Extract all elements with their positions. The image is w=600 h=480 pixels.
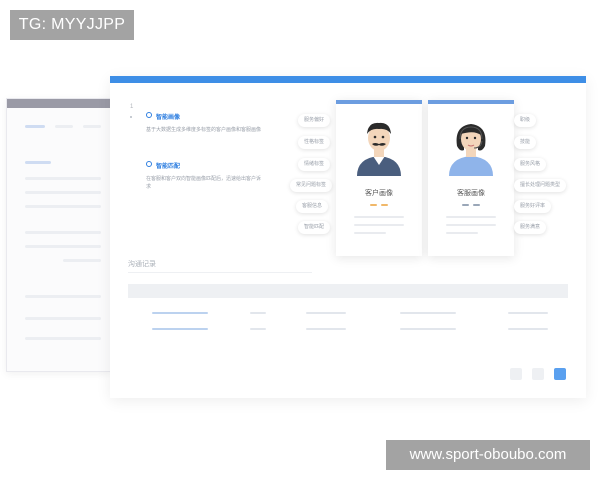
match-circle-icon: [146, 161, 152, 167]
background-line: [25, 317, 101, 320]
pagination-page-button[interactable]: [532, 368, 544, 380]
pagination-active-button[interactable]: [554, 368, 566, 380]
background-tab: [55, 125, 73, 128]
card-line: [354, 232, 386, 234]
section-label: 沟通记录: [128, 261, 156, 268]
tag-left-0: 服务偏好: [298, 114, 331, 127]
customer-profile-card: 客户画像: [336, 100, 422, 256]
tag-left-3: 常见问题标签: [290, 179, 333, 192]
background-line: [63, 259, 101, 262]
tag-left-1: 性格标签: [298, 136, 331, 149]
table-cell: [152, 328, 208, 330]
tag-right-0: 职级: [514, 114, 537, 127]
background-line: [25, 245, 101, 248]
tag-left-2: 情绪标签: [298, 158, 331, 171]
card-dash: [381, 204, 388, 206]
table-cell: [250, 328, 266, 330]
feature-title-smart-profile: 智能画像: [156, 115, 181, 121]
background-line: [25, 231, 101, 234]
feature-title-smart-match: 智能匹配: [156, 164, 181, 170]
main-window-topbar: [110, 76, 586, 83]
tag-left-5: 智能匹配: [298, 221, 331, 234]
tag-right-5: 服务满意: [514, 221, 547, 234]
feature-desc-smart-match: 在客服和客户双向智能画像匹配后，迅速给出客户诉求: [146, 176, 262, 190]
female-agent-avatar-icon: [449, 124, 493, 176]
background-line: [25, 295, 101, 298]
table-cell: [508, 328, 548, 330]
pagination-prev-button[interactable]: [510, 368, 522, 380]
background-line: [25, 205, 101, 208]
card-dash: [473, 204, 480, 206]
watermark-bottom-label: www.sport-oboubo.com: [386, 440, 590, 470]
main-window: 1 智能画像 基于大数据生成多维度多标签的客户画像和客服画像 智能匹配 在客服和…: [110, 76, 586, 398]
background-window-titlebar: [7, 99, 111, 108]
table-cell: [250, 312, 266, 314]
background-window: [6, 98, 112, 372]
background-line: [25, 177, 101, 180]
card-dash: [462, 204, 469, 206]
male-avatar-icon: [357, 122, 401, 176]
card-line: [354, 216, 404, 218]
table-cell: [152, 312, 208, 314]
card-line: [446, 216, 496, 218]
feature-desc-smart-profile: 基于大数据生成多维度多标签的客户画像和客服画像: [146, 127, 262, 133]
background-line: [25, 191, 101, 194]
background-line: [25, 161, 51, 164]
card-line: [354, 224, 404, 226]
tag-right-2: 服务风格: [514, 158, 547, 171]
card-dash: [370, 204, 377, 206]
customer-card-title: 客户画像: [365, 190, 393, 197]
user-circle-icon: [146, 112, 152, 118]
table-cell: [306, 312, 346, 314]
card-line: [446, 232, 478, 234]
agent-profile-card: 客服画像: [428, 100, 514, 256]
table-cell: [306, 328, 346, 330]
tag-right-3: 擅长处理问题类型: [514, 179, 567, 192]
table-cell: [400, 328, 456, 330]
section-divider: [128, 272, 312, 273]
tag-right-4: 服务好评率: [514, 200, 552, 213]
step-number: 1: [130, 104, 134, 110]
tag-right-1: 技能: [514, 136, 537, 149]
background-tab: [83, 125, 101, 128]
card-line: [446, 224, 496, 226]
table-cell: [508, 312, 548, 314]
background-line: [25, 337, 101, 340]
background-tab-active: [25, 125, 45, 128]
tag-left-4: 客服信息: [296, 200, 329, 213]
agent-card-title: 客服画像: [457, 190, 485, 197]
watermark-top-label: TG: MYYJJPP: [10, 10, 134, 40]
divider-dot: [130, 116, 132, 118]
table-cell: [400, 312, 456, 314]
table-header: [128, 284, 568, 298]
